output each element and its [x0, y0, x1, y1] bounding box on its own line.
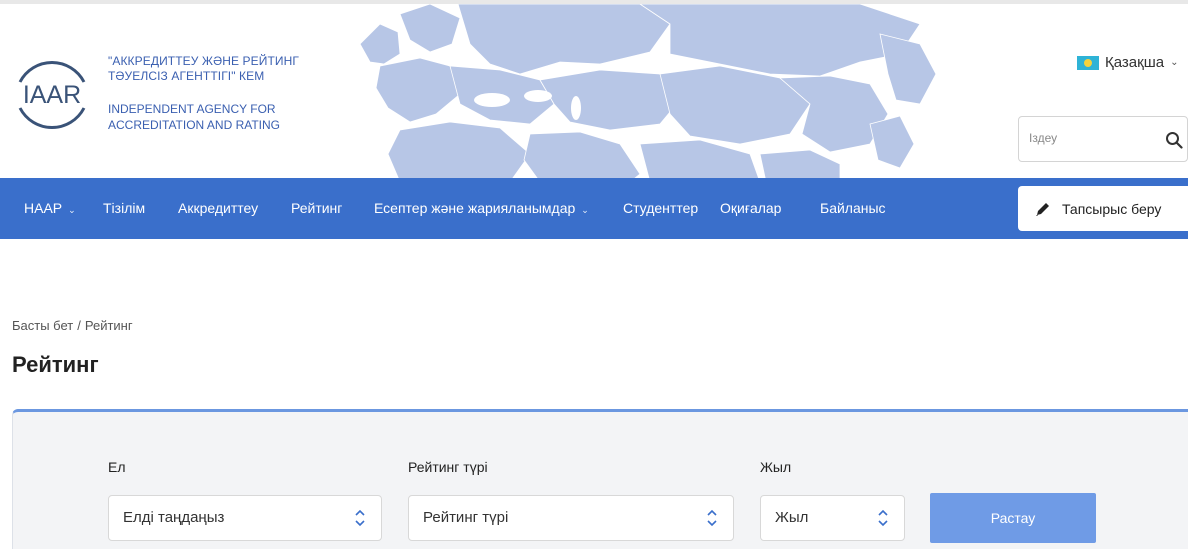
kazakhstan-flag-icon: [1077, 55, 1099, 70]
year-select-value: Жыл: [775, 509, 809, 526]
language-label: Қазақша: [1105, 54, 1165, 71]
chevron-down-icon: ⌄: [581, 205, 589, 215]
rating-type-label: Рейтинг түрі: [408, 459, 488, 475]
page-title: Рейтинг: [12, 352, 99, 377]
breadcrumb-current: Рейтинг: [84, 318, 133, 333]
rating-type-select-value: Рейтинг түрі: [423, 509, 509, 526]
eurasia-map-graphic: [359, 4, 937, 182]
breadcrumb-separator: /: [77, 318, 81, 333]
breadcrumb: Басты бет / Рейтинг: [12, 318, 133, 333]
updown-chevron-icon: [878, 509, 888, 527]
org-name-en: INDEPENDENT AGENCY FOR ACCREDITATION AND…: [108, 102, 281, 132]
nav-item-registry[interactable]: Тізілім: [103, 178, 145, 239]
nav-label: НААР: [24, 200, 63, 216]
country-label: Ел: [108, 459, 126, 475]
search-input[interactable]: [1029, 131, 1149, 145]
nav-label: Есептер және жарияланымдар: [374, 200, 576, 216]
logo-text: IAAR: [23, 81, 81, 109]
submit-button[interactable]: Растау: [930, 493, 1096, 543]
nav-item-accreditation[interactable]: Аккредиттеу: [178, 178, 258, 239]
org-name-kz: "АККРЕДИТТЕУ ЖӘНЕ РЕЙТИНГ ТӘУЕЛСІЗ АГЕНТ…: [108, 54, 299, 83]
updown-chevron-icon: [707, 509, 717, 527]
order-button-label: Тапсырыс беру: [1062, 200, 1162, 217]
nav-item-students[interactable]: Студенттер: [623, 178, 698, 239]
search-box: [1018, 116, 1188, 162]
country-select-value: Елді таңдаңыз: [123, 509, 225, 526]
chevron-down-icon: ⌄: [1170, 57, 1179, 68]
updown-chevron-icon: [355, 509, 365, 527]
main-nav: НААР ⌄ Тізілім Аккредиттеу Рейтинг Есепте…: [0, 178, 1188, 239]
iaar-logo[interactable]: IAAR: [10, 52, 94, 136]
country-select[interactable]: Елді таңдаңыз: [108, 495, 382, 541]
nav-item-reports[interactable]: Есептер және жарияланымдар ⌄: [374, 178, 589, 239]
rating-type-select[interactable]: Рейтинг түрі: [408, 495, 734, 541]
year-label: Жыл: [760, 459, 792, 475]
language-selector[interactable]: Қазақша ⌄: [1077, 54, 1178, 71]
order-button[interactable]: Тапсырыс беру: [1018, 186, 1188, 231]
nav-item-contacts[interactable]: Байланыс: [820, 178, 886, 239]
year-select[interactable]: Жыл: [760, 495, 905, 541]
chevron-down-icon: ⌄: [68, 205, 76, 215]
pencil-icon: [1036, 202, 1049, 216]
site-header: IAAR "АККРЕДИТТЕУ ЖӘНЕ РЕЙТИНГ ТӘУЕЛСІЗ …: [0, 0, 1188, 182]
search-icon[interactable]: [1165, 131, 1183, 149]
breadcrumb-home[interactable]: Басты бет: [12, 318, 73, 333]
nav-item-rating[interactable]: Рейтинг: [291, 178, 342, 239]
nav-item-iaar[interactable]: НААР ⌄: [24, 178, 76, 239]
nav-item-events[interactable]: Оқиғалар: [720, 178, 781, 239]
